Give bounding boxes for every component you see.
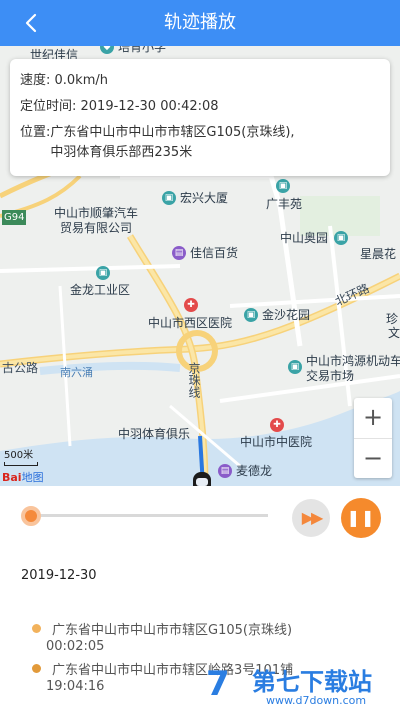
address-line-2: 中羽体育俱乐部西235米 — [50, 145, 193, 160]
list-item[interactable]: 广东省中山市中山市市辖区G105(京珠线) 00:02:05 — [0, 618, 400, 658]
road-label-gugong: 古公路 — [2, 361, 39, 375]
baidu-logo-sub: 地图 — [21, 471, 44, 484]
baidu-logo-main: Bai — [2, 471, 22, 484]
road-label-jingzhu: 京珠线 — [187, 362, 201, 398]
zoom-in-button[interactable]: + — [354, 398, 392, 438]
hospital-icon: ✚ — [184, 298, 198, 312]
building-icon: ▣ — [244, 308, 258, 322]
record-address: 广东省中山市中山市市辖区G105(京珠线) — [52, 623, 293, 638]
playback-progress-track[interactable] — [30, 514, 268, 517]
map-label-hongxing: 宏兴大厦 — [180, 191, 229, 205]
record-dot-icon — [32, 624, 41, 633]
map-label-shunzhao-1: 中山市顺肇汽车 — [54, 206, 139, 220]
address-label: 位置: — [20, 125, 51, 140]
record-time: 00:02:05 — [46, 639, 105, 654]
address-line-1: 广东省中山市中山市市辖区G105(京珠线), — [50, 125, 295, 140]
highway-shield: G94 — [2, 210, 27, 225]
map-label-jiaxin: 佳信百货 — [190, 246, 239, 260]
address-value: 广东省中山市中山市市辖区G105(京珠线), 中羽体育俱乐部西235米 — [50, 123, 380, 163]
map-label-guangfengyuan: 广丰苑 — [266, 197, 303, 211]
map-scale-label: 500米 — [4, 450, 34, 461]
map-label-zhongyu: 中羽体育俱乐 — [118, 427, 191, 441]
building-icon: ▣ — [96, 266, 110, 280]
site-watermark: 7 第七下载站 www.d7down.com — [200, 660, 398, 710]
playback-controls: ▶▶ ❚❚ — [0, 486, 400, 546]
map-label-xingchen: 星晨花 — [360, 247, 397, 261]
speed-text: 速度: 0.0km/h — [20, 73, 108, 88]
title-bar: 轨迹播放 — [0, 0, 400, 46]
map-label-jinsha: 金沙花园 — [262, 308, 311, 322]
map-label-zhen: 珍 — [386, 312, 399, 326]
track-date: 2019-12-30 — [21, 568, 97, 583]
playback-progress-knob[interactable] — [21, 506, 41, 526]
pause-button[interactable]: ❚❚ — [341, 498, 381, 538]
record-time: 19:04:16 — [46, 679, 105, 694]
road-label-nanliuchong: 南六涌 — [60, 366, 93, 379]
baidu-map-logo: Bai地图 — [2, 469, 44, 485]
map-label-jinlong: 金龙工业区 — [70, 283, 131, 297]
map-scale: 500米 — [4, 446, 38, 466]
shopping-icon: ▤ — [218, 464, 232, 478]
pause-icon: ❚❚ — [346, 508, 376, 527]
building-icon: ▣ — [162, 191, 176, 205]
map-label-xiqu-hospital: 中山市西区医院 — [148, 316, 233, 330]
location-info-card: 速度: 0.0km/h 定位时间: 2019-12-30 00:42:08 位置… — [10, 59, 390, 176]
building-icon: ▣ — [334, 231, 348, 245]
zoom-control: + − — [354, 398, 392, 478]
page-title: 轨迹播放 — [164, 12, 236, 33]
map-label-aoyuan: 中山奥园 — [280, 231, 329, 245]
watermark-logo-icon: 7 — [206, 664, 230, 704]
map-label-peiyu: 培育小学 — [118, 46, 167, 54]
map-label-zhongyiyuan: 中山市中医院 — [240, 435, 313, 449]
shopping-icon: ▤ — [172, 246, 186, 260]
hospital-icon: ✚ — [270, 418, 284, 432]
map-label-wen: 文 — [388, 326, 400, 340]
address-row: 位置: 广东省中山市中山市市辖区G105(京珠线), 中羽体育俱乐部西235米 — [20, 123, 380, 163]
zoom-out-button[interactable]: − — [354, 438, 392, 478]
locate-time-text: 定位时间: 2019-12-30 00:42:08 — [20, 99, 219, 114]
watermark-url: www.d7down.com — [266, 694, 367, 707]
fast-forward-icon: ▶▶ — [301, 508, 324, 527]
record-dot-icon — [32, 664, 41, 673]
building-icon: ▣ — [276, 179, 290, 193]
fast-forward-button[interactable]: ▶▶ — [292, 499, 330, 537]
watermark-text: 第七下载站 — [252, 668, 372, 696]
vehicle-marker-icon — [193, 472, 211, 486]
building-icon: ▣ — [288, 360, 302, 374]
map-label-shunzhao-2: 贸易有限公司 — [60, 221, 133, 235]
map-label-maidelong: 麦德龙 — [236, 464, 273, 478]
map-label-hongyuan-2: 交易市场 — [306, 369, 355, 383]
map-label-hongyuan-1: 中山市鸿源机动车 — [306, 354, 400, 368]
